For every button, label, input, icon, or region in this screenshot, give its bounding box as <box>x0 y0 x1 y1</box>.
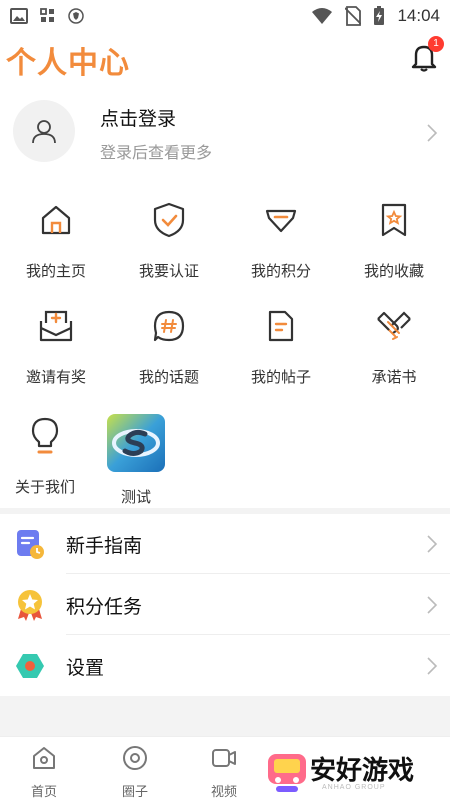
login-texts: 点击登录 登录后查看更多 <box>100 104 212 163</box>
grid-item-verify[interactable]: 我要认证 <box>113 200 225 290</box>
bottom-spacer <box>0 696 450 736</box>
grid-item-my-homepage[interactable]: 我的主页 <box>0 200 112 290</box>
grid-label: 我的收藏 <box>363 262 424 280</box>
status-bar: 14:04 <box>0 0 450 32</box>
image-notification-icon <box>10 8 28 24</box>
grid-label: 我的积分 <box>250 262 311 280</box>
status-left-icons <box>10 8 84 24</box>
watermark: 安好游戏 ANHAO GROUP <box>266 748 446 798</box>
medal-star-icon <box>18 590 42 621</box>
menu-label: 新手指南 <box>66 534 143 557</box>
menu-item-points-tasks[interactable]: 积分任务 <box>0 575 450 635</box>
grid-label: 邀请有奖 <box>25 368 86 386</box>
guide-clock-icon <box>17 530 44 559</box>
watermark-subtext: ANHAO GROUP <box>322 784 386 791</box>
menu-divider <box>66 634 450 635</box>
grid-item-invite[interactable]: 邀请有奖 <box>0 306 112 396</box>
document-icon <box>268 310 294 342</box>
menu-label: 设置 <box>66 656 105 679</box>
gem-icon <box>265 209 297 233</box>
menu-item-beginner-guide[interactable]: 新手指南 <box>0 514 450 574</box>
settings-hexagon-icon <box>16 654 44 678</box>
watermark-text: 安好游戏 <box>310 756 415 786</box>
menu-label: 积分任务 <box>66 595 143 618</box>
login-title: 点击登录 <box>100 108 177 130</box>
home-nav-icon <box>33 747 55 769</box>
grid-label: 我的话题 <box>138 368 199 386</box>
handshake-icon <box>377 311 411 340</box>
user-icon <box>32 120 56 144</box>
wifi-icon <box>312 8 333 24</box>
video-nav-icon <box>212 749 236 767</box>
page-title: 个人中心 <box>6 46 130 81</box>
notification-badge: 1 <box>428 36 444 52</box>
header: 个人中心 1 <box>0 32 450 88</box>
menu-divider <box>66 573 450 574</box>
gamepad-logo-icon <box>268 754 306 792</box>
login-subtitle: 登录后查看更多 <box>100 143 213 162</box>
nav-label: 首页 <box>30 785 57 800</box>
nav-label: 视频 <box>210 785 237 800</box>
nav-video[interactable]: 视频 <box>194 745 254 800</box>
grid-label: 承诺书 <box>371 368 417 386</box>
no-sim-icon <box>345 6 362 26</box>
bookmark-star-icon <box>381 203 407 237</box>
status-right-icons: 14:04 <box>311 6 440 26</box>
chevron-right-icon <box>427 535 438 553</box>
hashtag-bubble-icon <box>153 310 185 342</box>
shield-notification-icon <box>68 8 84 24</box>
grid-label: 我的帖子 <box>250 368 311 386</box>
grid-item-pledge[interactable]: 承诺书 <box>338 306 450 396</box>
grid-item-test[interactable]: 测试 <box>80 414 192 506</box>
nav-label: 圈子 <box>121 785 148 800</box>
nav-circle[interactable]: 圈子 <box>105 745 165 800</box>
grid-item-posts[interactable]: 我的帖子 <box>225 306 337 396</box>
battery-charging-icon <box>374 6 385 25</box>
grid-label: 我的主页 <box>25 262 86 280</box>
chevron-right-icon <box>427 657 438 675</box>
nav-home[interactable]: 首页 <box>14 745 74 800</box>
grid-item-topics[interactable]: 我的话题 <box>113 306 225 396</box>
grid-item-favorites[interactable]: 我的收藏 <box>338 200 450 290</box>
shield-check-icon <box>153 202 185 238</box>
menu-item-settings[interactable]: 设置 <box>0 636 450 696</box>
avatar[interactable] <box>13 100 75 162</box>
invite-envelope-icon <box>39 310 73 342</box>
status-time: 14:04 <box>397 6 440 25</box>
chevron-right-icon <box>427 596 438 614</box>
circle-nav-icon <box>123 746 147 770</box>
chevron-right-icon <box>427 124 438 142</box>
grid-label: 我要认证 <box>138 262 199 280</box>
login-card[interactable]: 点击登录 登录后查看更多 <box>0 100 450 166</box>
notification-button[interactable]: 1 <box>410 36 444 72</box>
grid-item-points[interactable]: 我的积分 <box>225 200 337 290</box>
app-logo-icon <box>107 414 165 472</box>
home-icon <box>41 205 71 235</box>
lightbulb-icon <box>31 417 59 454</box>
grid-notification-icon <box>40 8 54 22</box>
grid-label: 测试 <box>120 488 151 506</box>
